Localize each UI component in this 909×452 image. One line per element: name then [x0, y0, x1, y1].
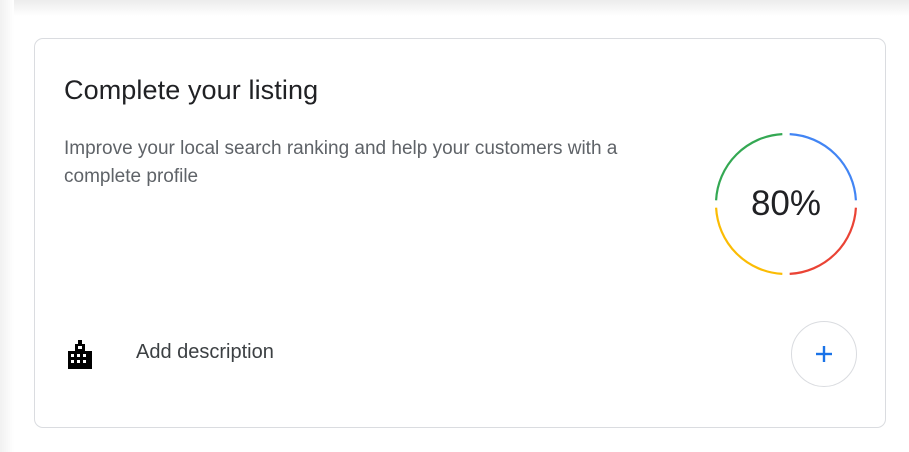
task-label: Add description: [136, 341, 274, 363]
top-shadow: [0, 0, 909, 16]
progress-percent: 80%: [750, 184, 822, 223]
complete-listing-card: Complete your listing Improve your local…: [34, 38, 886, 428]
page: Complete your listing Improve your local…: [0, 0, 909, 452]
plus-icon: [816, 346, 832, 362]
building-icon: [68, 340, 92, 369]
add-description-button[interactable]: [791, 321, 857, 387]
left-shadow: [0, 0, 14, 452]
task-add-description: Add description: [64, 319, 859, 389]
card-title: Complete your listing: [64, 75, 319, 105]
card-subtitle: Improve your local search ranking and he…: [64, 138, 618, 187]
